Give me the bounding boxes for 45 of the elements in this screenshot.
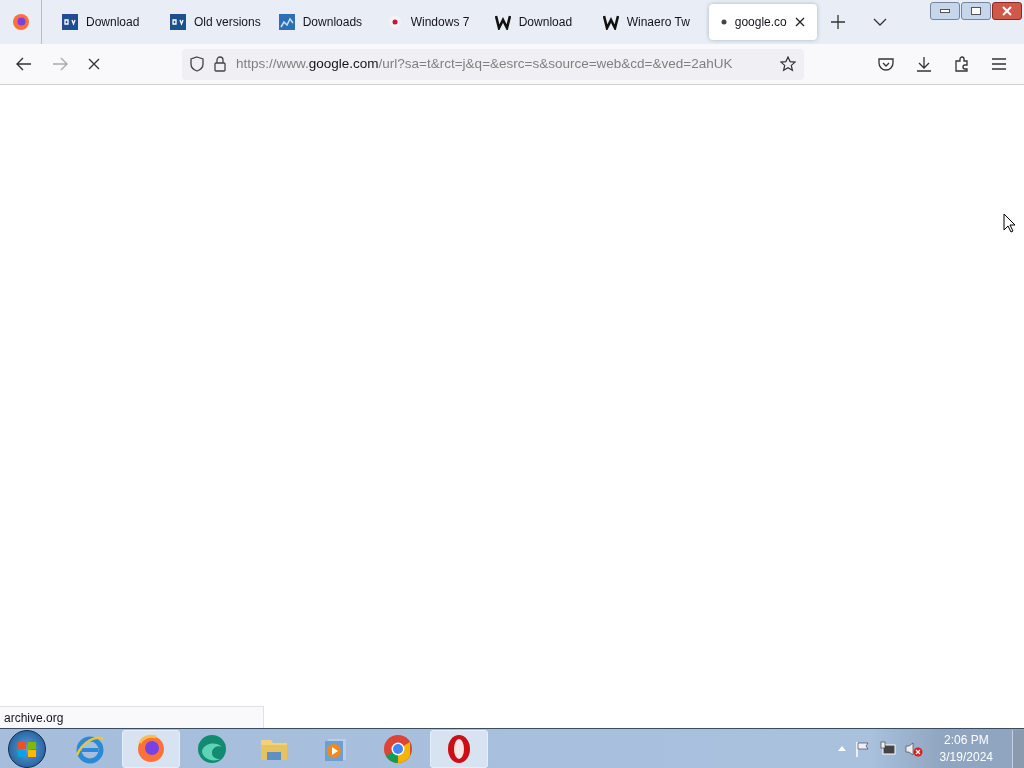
network-icon[interactable] bbox=[879, 740, 896, 757]
minimize-button[interactable] bbox=[930, 2, 960, 20]
start-button[interactable] bbox=[8, 729, 46, 768]
firefox-icon bbox=[135, 732, 167, 765]
flag-icon[interactable] bbox=[854, 740, 871, 757]
browser-tab[interactable]: Download bbox=[486, 4, 593, 40]
lock-icon bbox=[214, 56, 226, 72]
stop-icon[interactable] bbox=[88, 58, 100, 70]
site-icon bbox=[170, 14, 186, 30]
menu-icon[interactable] bbox=[992, 58, 1006, 70]
edge-icon bbox=[196, 732, 228, 765]
browser-tab[interactable]: Download bbox=[54, 4, 160, 40]
chevron-down-icon[interactable] bbox=[872, 18, 887, 26]
download-icon[interactable] bbox=[916, 56, 932, 72]
star-icon[interactable] bbox=[780, 56, 796, 72]
taskbar-app-button[interactable] bbox=[122, 729, 180, 768]
w-logo-icon bbox=[494, 14, 511, 30]
plus-icon[interactable] bbox=[830, 15, 845, 29]
taskbar-app-button[interactable] bbox=[430, 729, 488, 768]
chrome-icon bbox=[382, 732, 414, 765]
pocket-icon[interactable] bbox=[878, 57, 894, 71]
mouse-cursor-icon bbox=[1003, 213, 1016, 233]
address-bar[interactable]: https://www.google.com/url?sa=t&rct=j&q=&esrc=s&source=web&cd=&ved=2ahUK bbox=[182, 48, 804, 80]
chart-icon bbox=[278, 14, 295, 30]
close-icon[interactable] bbox=[794, 17, 805, 27]
close-icon bbox=[1002, 6, 1012, 16]
puzzle-icon[interactable] bbox=[954, 56, 970, 72]
browser-tab[interactable]: google.co bbox=[708, 4, 817, 40]
url-text: https://www.google.com/url?sa=t&rct=j&q=&esrc=s&source=web&cd=&ved=2ahUK bbox=[236, 54, 734, 73]
browser-tab[interactable]: Old versions bbox=[162, 4, 269, 40]
back-arrow-icon[interactable] bbox=[16, 57, 32, 71]
dot-icon bbox=[386, 14, 403, 30]
windows-logo-icon bbox=[17, 739, 37, 758]
browser-tab[interactable]: Downloads bbox=[270, 4, 377, 40]
site-icon bbox=[62, 14, 78, 30]
status-tooltip: archive.org bbox=[0, 706, 264, 728]
shield-icon bbox=[190, 56, 204, 72]
speaker-muted-icon[interactable] bbox=[904, 740, 923, 757]
browser-tab[interactable]: Winaero Tw bbox=[594, 4, 701, 40]
firefox-icon[interactable] bbox=[11, 13, 30, 31]
close-button[interactable] bbox=[992, 2, 1022, 20]
loading-dot-icon bbox=[720, 19, 727, 25]
w-logo-icon bbox=[602, 14, 619, 30]
restore-button[interactable] bbox=[961, 2, 991, 20]
browser-tab[interactable]: Windows 7 bbox=[378, 4, 485, 40]
